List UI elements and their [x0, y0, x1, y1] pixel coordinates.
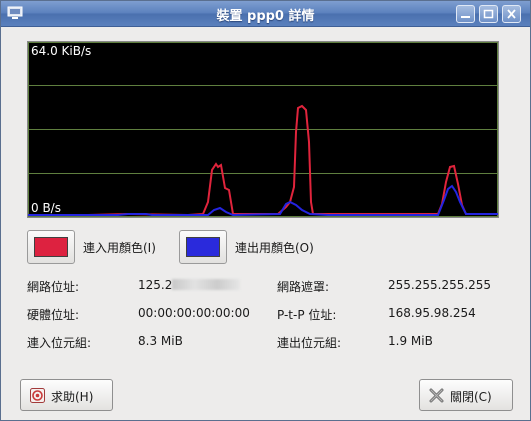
close-window-button[interactable]: [502, 5, 521, 23]
incoming-color-button[interactable]: [27, 230, 75, 264]
traffic-graph: 64.0 KiB/s 0 B/s: [27, 41, 499, 218]
outgoing-color-label: 連出用顏色(O): [235, 241, 314, 255]
help-icon: [30, 388, 45, 403]
graph-min-label: 0 B/s: [31, 201, 61, 215]
ptp-address-label: P-t-P 位址:: [277, 308, 337, 322]
outgoing-traffic-line: [28, 184, 498, 217]
bytes-in-label: 連入位元組:: [27, 336, 92, 350]
netmask-label: 網路遮罩:: [277, 280, 330, 294]
redacted-blur: [172, 279, 241, 290]
hardware-address-label: 硬體位址:: [27, 308, 80, 322]
hardware-address-value: 00:00:00:00:00:00: [138, 306, 250, 320]
close-button[interactable]: 關閉(C): [419, 379, 513, 411]
incoming-traffic-line: [28, 104, 498, 217]
bytes-out-label: 連出位元組:: [277, 336, 342, 350]
ip-address-label: 網路位址:: [27, 280, 80, 294]
help-button-label: 求助(H): [51, 390, 94, 404]
bytes-out-value: 1.9 MiB: [388, 334, 433, 348]
minimize-button[interactable]: [456, 5, 475, 23]
ip-address-value: 125.2: [138, 278, 241, 292]
ptp-address-value: 168.95.98.254: [388, 306, 476, 320]
outgoing-color-button[interactable]: [179, 230, 227, 264]
help-button[interactable]: 求助(H): [20, 379, 113, 411]
netmask-value: 255.255.255.255: [388, 278, 492, 292]
device-details-window: 裝置 ppp0 詳情 64.0 KiB/s 0 B/s 連入用顏色(I) 連出用…: [0, 0, 531, 421]
close-x-icon: [429, 388, 444, 403]
outgoing-color-swatch: [186, 237, 220, 257]
close-button-label: 關閉(C): [450, 390, 492, 404]
incoming-color-label: 連入用顏色(I): [83, 241, 156, 255]
close-icon: [507, 9, 516, 19]
incoming-color-swatch: [34, 237, 68, 257]
graph-max-label: 64.0 KiB/s: [31, 44, 92, 58]
window-title: 裝置 ppp0 詳情: [216, 9, 315, 24]
bytes-in-value: 8.3 MiB: [138, 334, 183, 348]
graph-grid: [28, 42, 498, 217]
minimize-icon: [461, 16, 470, 18]
traffic-graph-canvas: [28, 42, 498, 217]
title-bar[interactable]: 裝置 ppp0 詳情: [1, 1, 530, 27]
maximize-button[interactable]: [479, 5, 498, 23]
maximize-icon: [483, 9, 494, 19]
